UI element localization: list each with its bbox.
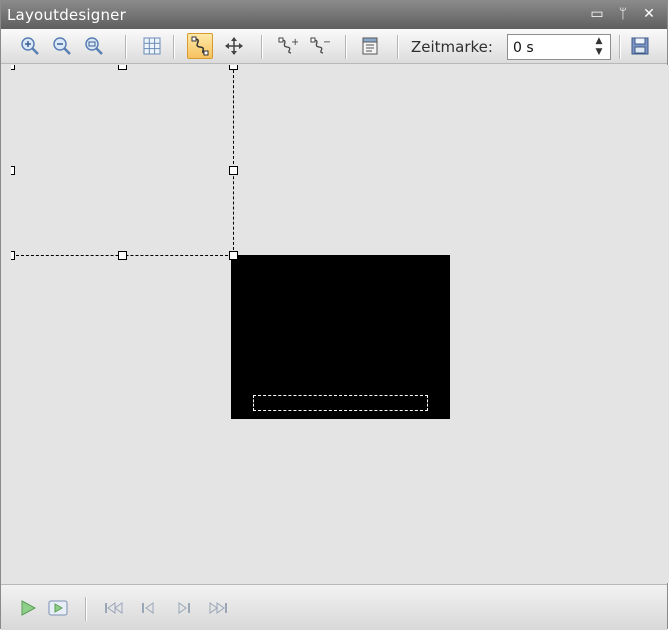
panel-title: Layoutdesigner	[7, 6, 126, 24]
path-add-icon: +	[278, 37, 298, 54]
spin-up-icon[interactable]: ▲	[591, 36, 607, 47]
resize-handle[interactable]	[229, 166, 238, 175]
zoom-out-icon	[53, 37, 71, 55]
zoom-fit-button[interactable]	[81, 33, 107, 59]
properties-button[interactable]	[357, 33, 383, 59]
zoom-in-button[interactable]	[17, 33, 43, 59]
first-frame-button[interactable]	[101, 595, 127, 621]
path-guide-vertical	[233, 65, 234, 255]
toolbar-separator	[173, 35, 175, 59]
path-icon	[191, 36, 209, 56]
toolbar: + − Zeitmarke: ▲ ▼	[1, 29, 667, 64]
path-button[interactable]	[187, 33, 213, 59]
play-button[interactable]	[15, 595, 41, 621]
path-remove-icon: −	[310, 37, 330, 54]
layout-object[interactable]	[231, 255, 450, 419]
last-frame-icon	[209, 602, 227, 614]
resize-handle[interactable]	[11, 251, 15, 260]
save-button[interactable]	[627, 33, 653, 59]
toolbar-separator	[85, 597, 87, 621]
spin-down-icon[interactable]: ▼	[591, 47, 607, 58]
layout-canvas[interactable]	[11, 65, 669, 583]
resize-handle[interactable]	[118, 251, 127, 260]
toolbar-separator	[125, 35, 127, 59]
resize-handle[interactable]	[11, 65, 15, 70]
add-keyframe-button[interactable]: +	[275, 33, 301, 59]
svg-text:−: −	[323, 37, 330, 48]
text-area-placeholder[interactable]	[253, 395, 428, 411]
move-button[interactable]	[221, 33, 247, 59]
toolbar-separator	[619, 35, 621, 59]
restore-button[interactable]: ▭	[587, 4, 607, 24]
properties-icon	[362, 37, 378, 55]
toolbar-separator	[261, 35, 263, 59]
play-icon	[21, 600, 37, 616]
title-bar[interactable]: Layoutdesigner ▭ ᛘ ✕	[1, 1, 667, 29]
playback-bar	[1, 584, 667, 630]
resize-handle[interactable]	[11, 166, 15, 175]
last-frame-button[interactable]	[205, 595, 231, 621]
resize-handle[interactable]	[229, 251, 238, 260]
zeitmarke-label: Zeitmarke:	[411, 38, 493, 56]
zeitmarke-spinner[interactable]: ▲ ▼	[591, 36, 607, 58]
remove-keyframe-button[interactable]: −	[307, 33, 333, 59]
grid-button[interactable]	[139, 33, 165, 59]
save-icon	[631, 37, 649, 55]
play-selection-icon	[48, 600, 68, 616]
next-frame-button[interactable]	[171, 595, 197, 621]
toolbar-separator	[345, 35, 347, 59]
previous-frame-button[interactable]	[135, 595, 161, 621]
resize-handle[interactable]	[229, 65, 238, 70]
svg-text:+: +	[291, 37, 298, 48]
close-button[interactable]: ✕	[639, 4, 659, 24]
grid-icon	[143, 37, 161, 55]
play-selection-button[interactable]	[45, 595, 71, 621]
zoom-in-icon	[21, 37, 39, 55]
previous-frame-icon	[142, 602, 154, 614]
next-frame-icon	[178, 602, 190, 614]
first-frame-icon	[105, 602, 123, 614]
pin-button[interactable]: ᛘ	[613, 4, 633, 24]
move-icon	[225, 37, 243, 55]
zoom-fit-icon	[85, 37, 103, 55]
toolbar-separator	[397, 35, 399, 59]
resize-handle[interactable]	[118, 65, 127, 70]
zoom-out-button[interactable]	[49, 33, 75, 59]
layoutdesigner-panel: Layoutdesigner ▭ ᛘ ✕ + − Zeitmarke: 0 s …	[0, 0, 669, 630]
